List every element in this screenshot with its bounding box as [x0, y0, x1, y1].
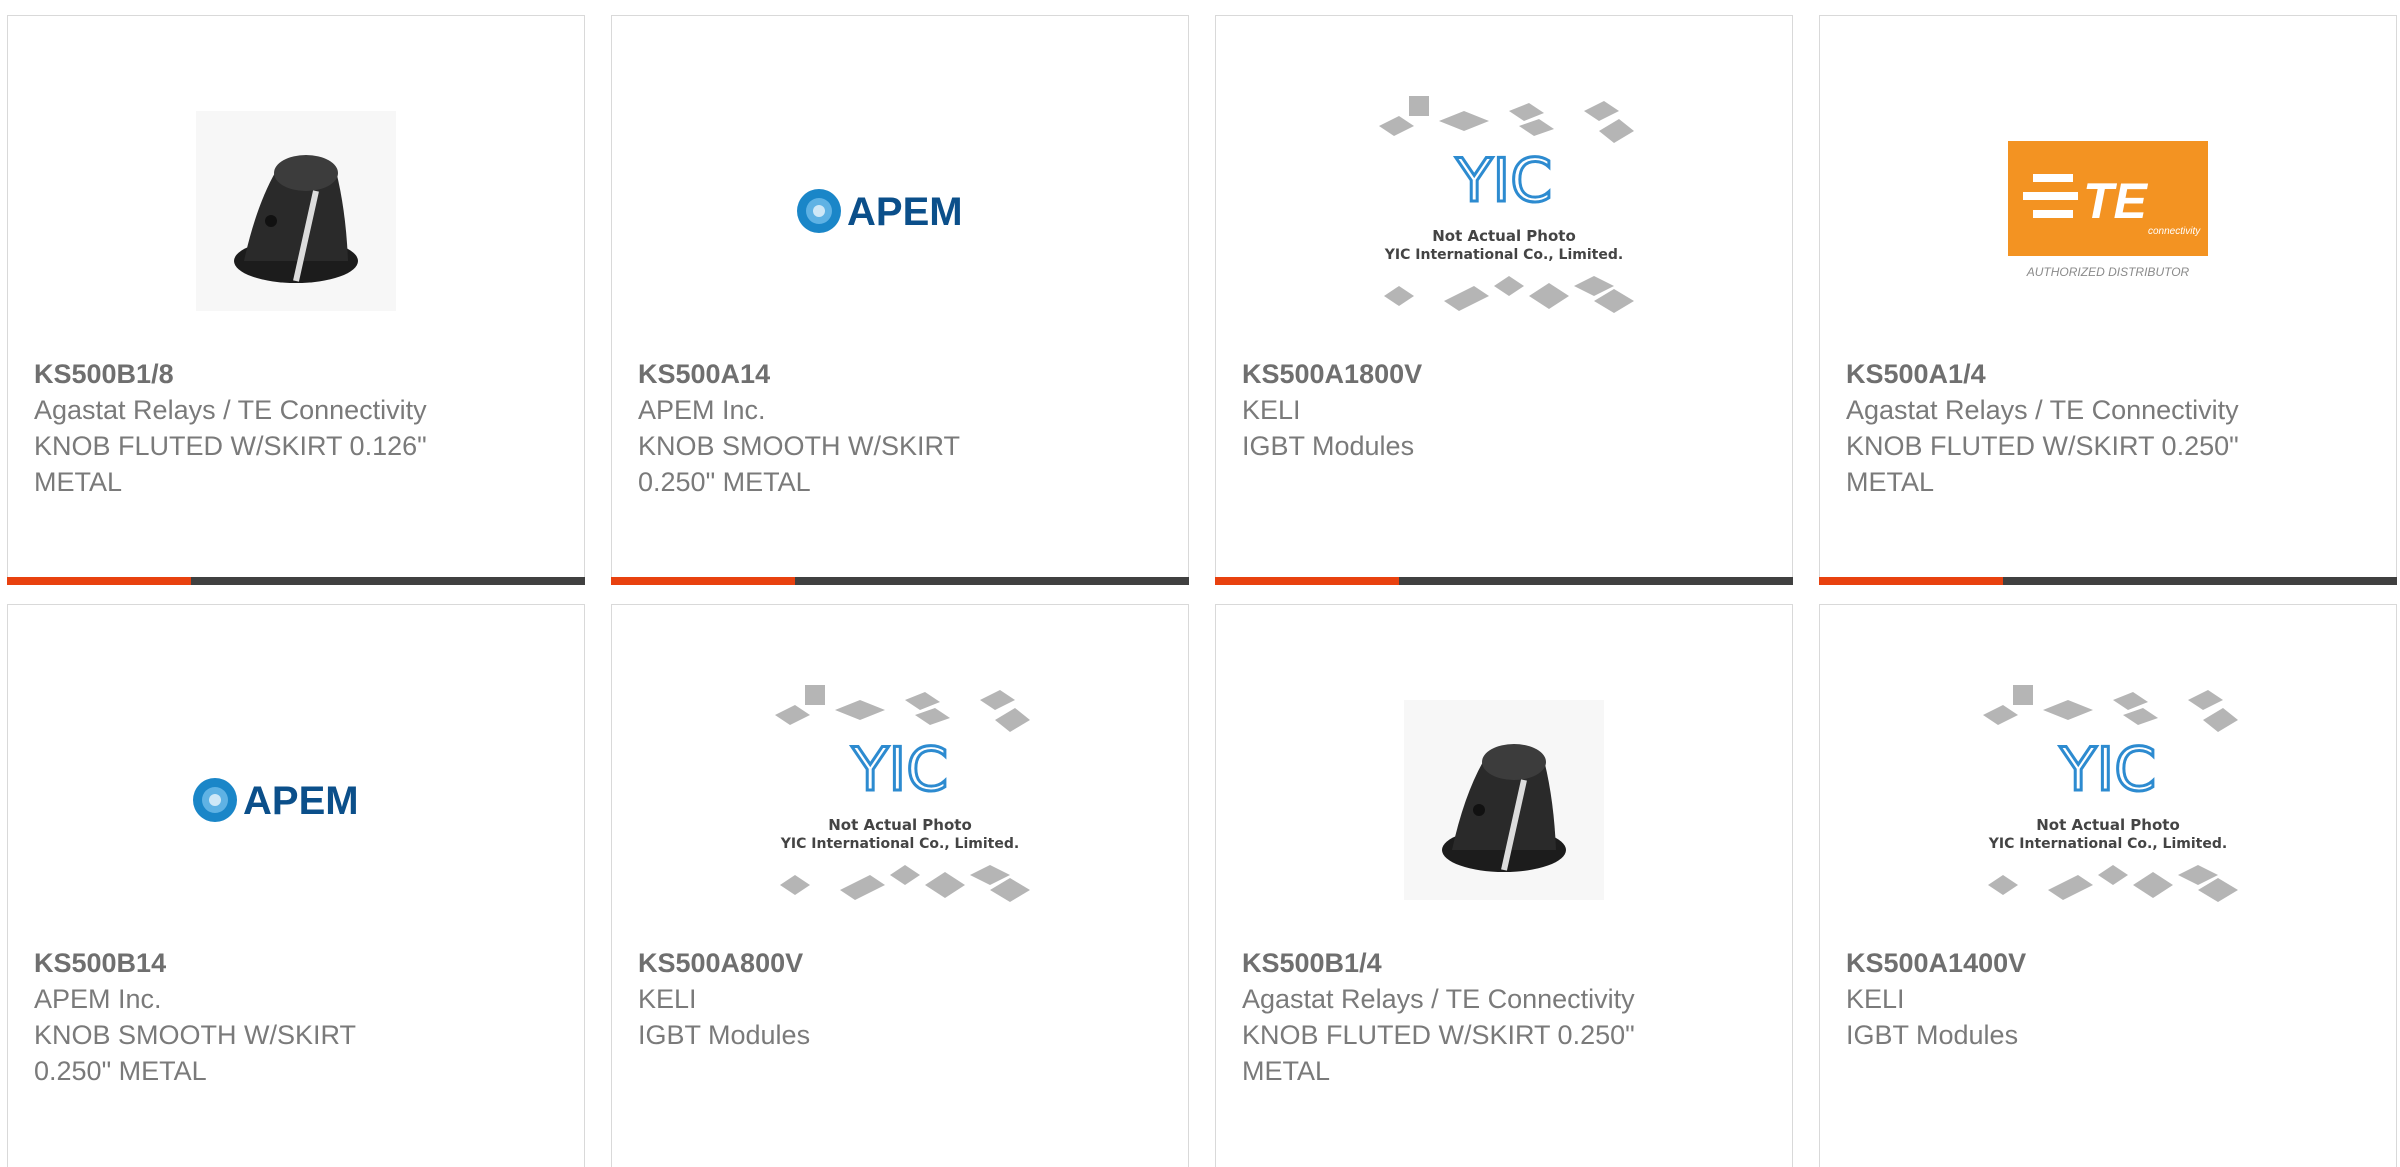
- apem-wordmark: APEM: [847, 190, 963, 234]
- yic-company: YIC International Co., Limited.: [1384, 247, 1623, 263]
- product-info: KS500B1/8 Agastat Relays / TE Connectivi…: [34, 356, 564, 500]
- part-number[interactable]: KS500A14: [638, 356, 1168, 392]
- product-image[interactable]: APEM: [8, 655, 584, 945]
- card-bottom-bar: [1215, 577, 1793, 585]
- card-bottom-bar: [7, 577, 585, 585]
- part-number[interactable]: KS500A800V: [638, 945, 1168, 981]
- product-info: KS500A1800V KELI IGBT Modules: [1242, 356, 1772, 464]
- te-sub: connectivity: [2148, 226, 2201, 237]
- product-grid: KS500B1/8 Agastat Relays / TE Connectivi…: [0, 0, 2400, 1167]
- product-card[interactable]: TE connectivity AUTHORIZED DISTRIBUTOR K…: [1819, 15, 2397, 585]
- product-info: KS500A800V KELI IGBT Modules: [638, 945, 1168, 1053]
- manufacturer: Agastat Relays / TE Connectivity: [1846, 395, 2239, 425]
- part-number[interactable]: KS500A1/4: [1846, 356, 2376, 392]
- product-card[interactable]: APEM KS500B14 APEM Inc. KNOB SMOOTH W/SK…: [7, 604, 585, 1167]
- part-number[interactable]: KS500A1400V: [1846, 945, 2376, 981]
- product-image[interactable]: YIC Not Actual Photo YIC International C…: [612, 655, 1188, 945]
- yic-mark: YIC: [851, 735, 948, 805]
- part-number[interactable]: KS500B1/4: [1242, 945, 1772, 981]
- yic-placeholder: YIC Not Actual Photo YIC International C…: [775, 685, 1030, 902]
- yic-mark: YIC: [1455, 146, 1552, 216]
- product-image[interactable]: [1216, 655, 1792, 945]
- product-info: KS500A1/4 Agastat Relays / TE Connectivi…: [1846, 356, 2376, 500]
- manufacturer: Agastat Relays / TE Connectivity: [1242, 984, 1635, 1014]
- product-image[interactable]: [8, 66, 584, 356]
- apem-logo: APEM: [797, 189, 963, 234]
- product-image[interactable]: APEM: [612, 66, 1188, 356]
- description: IGBT Modules: [638, 1020, 811, 1050]
- product-image[interactable]: TE connectivity AUTHORIZED DISTRIBUTOR: [1820, 66, 2396, 356]
- product-card[interactable]: KS500B1/4 Agastat Relays / TE Connectivi…: [1215, 604, 1793, 1167]
- bar-accent: [611, 577, 795, 585]
- yic-note: Not Actual Photo: [2036, 816, 2180, 834]
- manufacturer: APEM Inc.: [34, 984, 162, 1014]
- yic-placeholder: YIC Not Actual Photo YIC International C…: [1379, 96, 1634, 313]
- yic-note: Not Actual Photo: [828, 816, 972, 834]
- description: KNOB FLUTED W/SKIRT 0.250" METAL: [1846, 431, 2239, 497]
- bar-accent: [7, 577, 191, 585]
- part-number[interactable]: KS500B14: [34, 945, 564, 981]
- product-card[interactable]: YIC Not Actual Photo YIC International C…: [1819, 604, 2397, 1167]
- te-wordmark: TE: [2083, 173, 2149, 229]
- card-bottom-bar: [1819, 577, 2397, 585]
- description: KNOB SMOOTH W/SKIRT 0.250" METAL: [34, 1020, 356, 1086]
- product-card[interactable]: YIC Not Actual Photo YIC International C…: [1215, 15, 1793, 585]
- part-number[interactable]: KS500B1/8: [34, 356, 564, 392]
- product-card[interactable]: APEM KS500A14 APEM Inc. KNOB SMOOTH W/SK…: [611, 15, 1189, 585]
- yic-company: YIC International Co., Limited.: [1988, 836, 2227, 852]
- description: IGBT Modules: [1846, 1020, 2019, 1050]
- product-image[interactable]: YIC Not Actual Photo YIC International C…: [1820, 655, 2396, 945]
- product-info: KS500B14 APEM Inc. KNOB SMOOTH W/SKIRT 0…: [34, 945, 564, 1089]
- knob-photo: [1404, 700, 1604, 900]
- description: KNOB SMOOTH W/SKIRT 0.250" METAL: [638, 431, 960, 497]
- apem-logo: APEM: [193, 778, 359, 823]
- yic-company: YIC International Co., Limited.: [780, 836, 1019, 852]
- yic-mark: YIC: [2059, 735, 2156, 805]
- yic-placeholder: YIC Not Actual Photo YIC International C…: [1983, 685, 2238, 902]
- manufacturer: KELI: [1846, 984, 1905, 1014]
- te-tagline: AUTHORIZED DISTRIBUTOR: [2026, 265, 2190, 279]
- product-image[interactable]: YIC Not Actual Photo YIC International C…: [1216, 66, 1792, 356]
- bar-accent: [1215, 577, 1399, 585]
- description: KNOB FLUTED W/SKIRT 0.126" METAL: [34, 431, 427, 497]
- bar-accent: [1819, 577, 2003, 585]
- product-card[interactable]: YIC Not Actual Photo YIC International C…: [611, 604, 1189, 1167]
- manufacturer: Agastat Relays / TE Connectivity: [34, 395, 427, 425]
- card-bottom-bar: [611, 577, 1189, 585]
- description: IGBT Modules: [1242, 431, 1415, 461]
- part-number[interactable]: KS500A1800V: [1242, 356, 1772, 392]
- product-card[interactable]: KS500B1/8 Agastat Relays / TE Connectivi…: [7, 15, 585, 585]
- manufacturer: APEM Inc.: [638, 395, 766, 425]
- manufacturer: KELI: [638, 984, 697, 1014]
- apem-wordmark: APEM: [243, 779, 359, 823]
- te-logo: TE connectivity AUTHORIZED DISTRIBUTOR: [2008, 141, 2208, 279]
- yic-note: Not Actual Photo: [1432, 227, 1576, 245]
- product-info: KS500A14 APEM Inc. KNOB SMOOTH W/SKIRT 0…: [638, 356, 1168, 500]
- knob-photo: [196, 111, 396, 311]
- product-info: KS500A1400V KELI IGBT Modules: [1846, 945, 2376, 1053]
- product-info: KS500B1/4 Agastat Relays / TE Connectivi…: [1242, 945, 1772, 1089]
- manufacturer: KELI: [1242, 395, 1301, 425]
- description: KNOB FLUTED W/SKIRT 0.250" METAL: [1242, 1020, 1635, 1086]
